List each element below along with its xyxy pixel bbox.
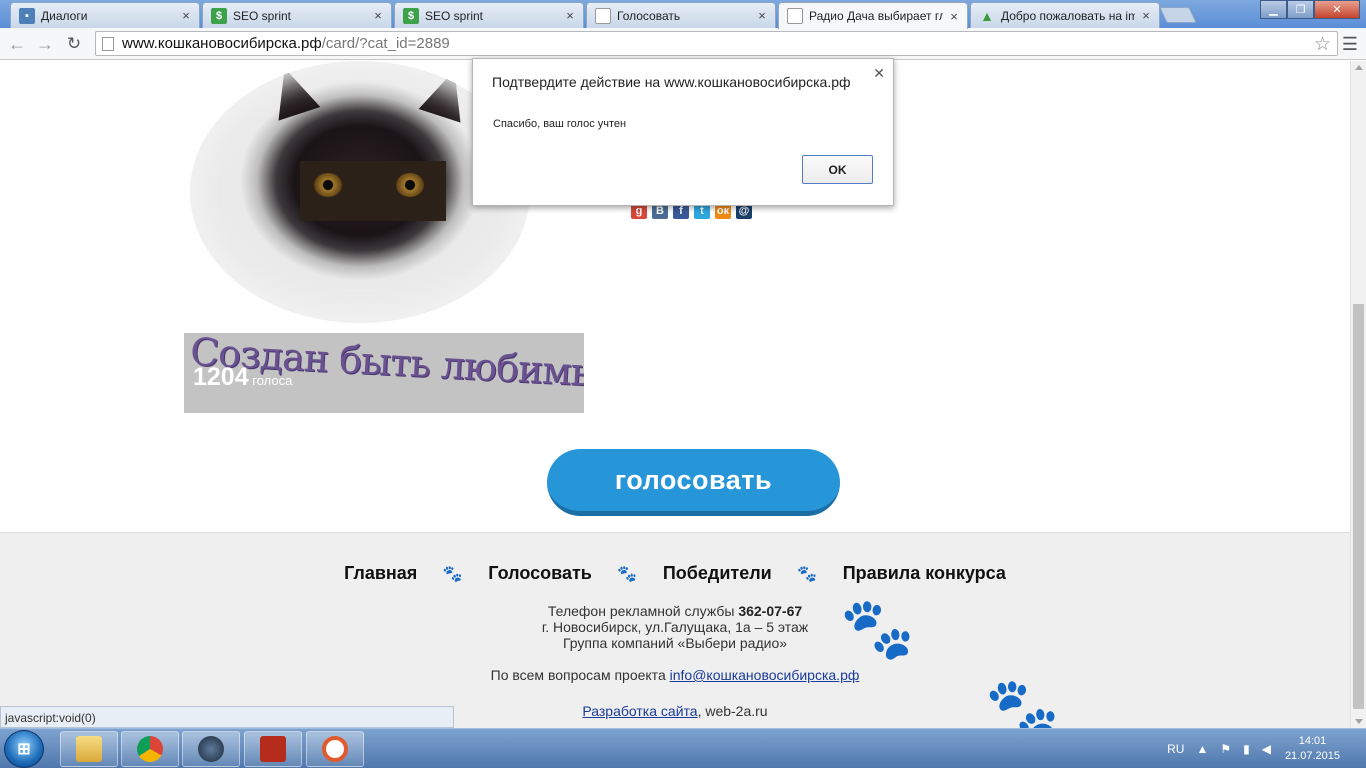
group-line: Группа компаний «Выбери радио» [562,635,788,651]
close-tab-icon[interactable]: × [947,9,961,24]
cat-caption: Создан быть любимым 1204 голоса [184,333,584,413]
dev-link[interactable]: Разработка сайта [582,703,697,719]
steam-icon [198,736,224,762]
tab-seo-sprint-1[interactable]: $ SEO sprint × [202,2,392,28]
vote-counter: 1204 голоса [193,363,292,392]
clock-date: 21.07.2015 [1284,750,1340,762]
email-link[interactable]: info@кошкановосибирска.рф [670,667,860,683]
tab-strip: ▪ Диалоги × $ SEO sprint × $ SEO sprint … [0,0,1366,29]
close-icon[interactable]: ✕ [873,65,885,82]
page-icon [787,8,803,24]
paw-icon: 🐾 [442,565,463,583]
taskbar-steam[interactable] [182,731,240,767]
dialog-message: Спасибо, ваш голос учтен [493,118,627,130]
dialog-icon: ▪ [19,7,35,24]
questions-label: По всем вопросам проекта [490,667,666,683]
upload-arrow-icon: ▲ [980,7,994,24]
browser-toolbar: ← → ↻ www.кошкановосибирска.рф /card/?ca… [0,28,1366,60]
folder-icon [76,736,102,762]
tab-dialogs[interactable]: ▪ Диалоги × [10,2,200,28]
tab-title: Диалоги [41,8,88,23]
vote-button[interactable]: голосовать [547,449,840,516]
close-tab-icon[interactable]: × [1139,8,1153,23]
footer-nav: Главная 🐾 Голосовать 🐾 Победители 🐾 Прав… [0,563,1350,584]
footer-link-winners[interactable]: Победители [663,563,772,584]
footer-link-rules[interactable]: Правила конкурса [843,563,1006,584]
votes-word: голоса [252,373,293,388]
footer-link-vote[interactable]: Голосовать [488,563,592,584]
clock[interactable]: 14:01 21.07.2015 [1285,734,1340,764]
ok-button[interactable]: OK [802,155,873,184]
taskbar-app[interactable] [306,731,364,767]
bookmark-star-icon[interactable]: ☆ [1314,33,1331,56]
questions-line: По всем вопросам проекта info@кошкановос… [0,667,1350,683]
paw-icon: 🐾 [840,595,915,662]
window-controls: ▁ ❐ ✕ [1260,0,1360,19]
address-line: г. Новосибирск, ул.Галущака, 1а – 5 этаж [541,619,809,635]
language-indicator[interactable]: RU [1167,742,1184,756]
flag-icon[interactable]: ⚑ [1220,742,1231,756]
close-tab-icon[interactable]: × [371,8,385,23]
alert-dialog: Подтвердите действие на www.кошкановосиб… [472,58,894,206]
page-icon [595,7,611,24]
votes-count: 1204 [193,363,249,391]
tab-title: SEO sprint [233,8,292,23]
system-tray: RU ▲ ⚑ ▮ ◀ 14:01 21.07.2015 [1161,729,1366,768]
url-host: www.кошкановосибирска.рф [122,35,322,52]
footer-link-home[interactable]: Главная [344,563,417,584]
close-tab-icon[interactable]: × [563,8,577,23]
phone-number: 362-07-67 [738,603,803,619]
forward-arrow-icon[interactable]: → [34,33,56,55]
start-button[interactable]: ⊞ [4,730,44,768]
footer: Главная 🐾 Голосовать 🐾 Победители 🐾 Прав… [0,532,1350,728]
paw-icon: 🐾 [797,565,818,583]
dota-icon [260,736,286,762]
network-icon[interactable]: ▮ [1243,742,1250,756]
scroll-down-icon[interactable] [1355,719,1363,724]
seo-sprint-icon: $ [403,7,419,24]
close-window-button[interactable]: ✕ [1314,0,1360,19]
taskbar-dota[interactable] [244,731,302,767]
tab-welcome[interactable]: ▲ Добро пожаловать на im × [970,2,1160,28]
show-hidden-icons[interactable]: ▲ [1196,742,1208,756]
back-arrow-icon[interactable]: ← [6,33,28,55]
maximize-button[interactable]: ❐ [1287,0,1314,19]
chrome-icon [137,736,163,762]
footer-contacts: Телефон рекламной службы 362-07-67 г. Но… [0,603,1350,651]
minimize-button[interactable]: ▁ [1260,0,1287,19]
tab-title: Радио Дача выбирает гл [809,9,943,23]
close-tab-icon[interactable]: × [179,8,193,23]
phone-line: Телефон рекламной службы 362-07-67 [0,603,1350,619]
page-icon [102,36,114,51]
tab-title: Голосовать [617,8,681,23]
volume-icon[interactable]: ◀ [1262,742,1271,756]
clock-time: 14:01 [1298,735,1327,747]
url-path: /card/?cat_id=2889 [321,35,450,52]
menu-icon[interactable]: ☰ [1342,34,1358,55]
dialog-title: Подтвердите действие на www.кошкановосиб… [492,74,851,90]
seo-sprint-icon: $ [211,7,227,24]
vertical-scrollbar[interactable] [1350,61,1366,728]
reload-icon[interactable]: ↻ [63,33,85,55]
windows-taskbar: ⊞ RU ▲ ⚑ ▮ ◀ 14:01 21.07.2015 [0,728,1366,768]
address-bar[interactable]: www.кошкановосибирска.рф /card/?cat_id=2… [95,31,1338,56]
close-tab-icon[interactable]: × [755,8,769,23]
taskbar-explorer[interactable] [60,731,118,767]
new-tab-button[interactable] [1159,7,1197,23]
scroll-thumb[interactable] [1353,304,1364,709]
taskbar-chrome[interactable] [121,731,179,767]
tab-seo-sprint-2[interactable]: $ SEO sprint × [394,2,584,28]
tab-vote[interactable]: Голосовать × [586,2,776,28]
tab-title: Добро пожаловать на im [1001,8,1135,23]
phone-label: Телефон рекламной службы [547,603,735,619]
app-icon [322,736,348,762]
status-bubble: javascript:void(0) [0,706,454,728]
tab-radio-dacha[interactable]: Радио Дача выбирает гл × [778,2,968,29]
tab-title: SEO sprint [425,8,484,23]
paw-icon: 🐾 [617,565,638,583]
scroll-up-icon[interactable] [1355,65,1363,70]
dev-suffix: , web-2a.ru [697,703,768,719]
paw-icon: 🐾 [985,675,1060,728]
